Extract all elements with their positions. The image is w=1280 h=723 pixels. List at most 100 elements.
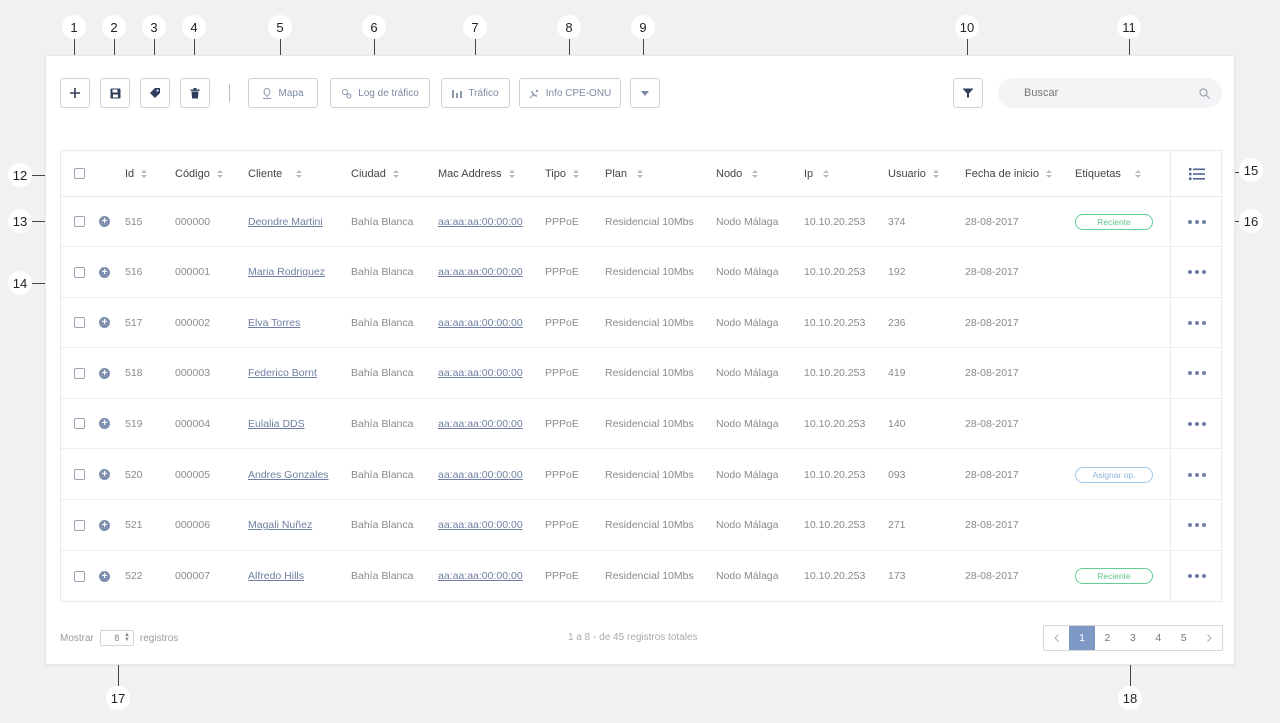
mac-link[interactable]: aa:aa:aa:00:00:00 — [438, 501, 523, 550]
search-input[interactable] — [1024, 87, 1194, 99]
row-actions-button[interactable] — [1188, 197, 1206, 246]
col-codigo[interactable]: Código — [175, 151, 223, 196]
row-checkbox[interactable] — [74, 570, 85, 582]
mac-link[interactable]: aa:aa:aa:00:00:00 — [438, 298, 523, 347]
traffic-button[interactable]: Tráfico — [441, 78, 510, 108]
col-usuario[interactable]: Usuario — [888, 151, 939, 196]
client-link[interactable]: Andres Gonzales — [248, 450, 329, 499]
row-actions-button[interactable] — [1188, 501, 1206, 550]
expand-icon: + — [99, 418, 110, 430]
col-id[interactable]: Id — [125, 151, 148, 196]
row-actions-button[interactable] — [1188, 399, 1206, 448]
traffic-log-button[interactable]: Log de tráfico — [330, 78, 430, 108]
page-button[interactable]: 5 — [1171, 626, 1196, 650]
expand-row-button[interactable]: + — [99, 197, 110, 246]
table-row[interactable]: + 516 000001 Maria Rodriguez Bahía Blanc… — [61, 248, 1221, 298]
row-checkbox[interactable] — [74, 216, 85, 227]
sort-icon — [392, 169, 399, 178]
row-checkbox[interactable] — [74, 469, 85, 480]
search-icon[interactable] — [1199, 87, 1210, 99]
status-badge[interactable]: Reciente — [1075, 568, 1153, 585]
col-cliente[interactable]: Cliente — [248, 151, 303, 196]
expand-row-button[interactable]: + — [99, 551, 110, 601]
more-actions-dropdown[interactable] — [630, 78, 660, 108]
prev-page-button[interactable] — [1044, 626, 1069, 650]
main-panel: Mapa Log de tráfico Tráfico Info CPE-ONU… — [45, 55, 1235, 665]
page-button[interactable]: 4 — [1146, 626, 1171, 650]
mac-link[interactable]: aa:aa:aa:00:00:00 — [438, 450, 523, 499]
expand-row-button[interactable]: + — [99, 399, 110, 448]
mac-link[interactable]: aa:aa:aa:00:00:00 — [438, 349, 523, 398]
row-actions-button[interactable] — [1188, 551, 1206, 601]
row-actions-button[interactable] — [1188, 298, 1206, 347]
cell-tipo: PPPoE — [545, 519, 579, 532]
row-checkbox[interactable] — [74, 266, 85, 278]
info-cpe-button[interactable]: Info CPE-ONU — [519, 78, 621, 108]
client-link[interactable]: Alfredo Hills — [248, 551, 304, 601]
expand-row-button[interactable]: + — [99, 248, 110, 297]
sort-icon — [1046, 169, 1052, 178]
next-page-button[interactable] — [1196, 626, 1221, 650]
filter-button[interactable] — [953, 78, 983, 108]
client-link[interactable]: Federico Bornt — [248, 349, 317, 398]
row-checkbox-cell — [74, 501, 85, 550]
col-mac[interactable]: Mac Address — [438, 151, 515, 196]
page-button[interactable]: 3 — [1120, 626, 1145, 650]
page-button[interactable]: 1 — [1069, 626, 1095, 650]
row-actions-button[interactable] — [1188, 349, 1206, 398]
row-checkbox[interactable] — [74, 317, 85, 329]
client-link[interactable]: Maria Rodriguez — [248, 248, 325, 297]
pagination: 12345 — [1043, 625, 1223, 651]
page-size-stepper[interactable]: 8 ▲ ▼ — [99, 630, 134, 646]
row-checkbox[interactable] — [74, 367, 85, 379]
delete-button[interactable] — [180, 78, 210, 108]
expand-row-button[interactable]: + — [99, 349, 110, 398]
col-nodo[interactable]: Nodo — [716, 151, 759, 196]
col-etiquetas[interactable]: Etiquetas — [1075, 151, 1141, 196]
expand-row-button[interactable]: + — [99, 450, 110, 499]
table-row[interactable]: + 518 000003 Federico Bornt Bahía Blanca… — [61, 349, 1221, 399]
save-button[interactable] — [100, 78, 130, 108]
select-all-checkbox[interactable] — [74, 168, 85, 179]
table-row[interactable]: + 521 000006 Magali Nuñez Bahía Blanca a… — [61, 501, 1221, 551]
status-badge[interactable]: Asignar op. — [1075, 466, 1153, 483]
mac-link[interactable]: aa:aa:aa:00:00:00 — [438, 551, 523, 601]
cell-fecha: 28-08-2017 — [965, 367, 1019, 380]
tag-button[interactable] — [140, 78, 170, 108]
cell-tipo: PPPoE — [545, 215, 579, 228]
mac-link[interactable]: aa:aa:aa:00:00:00 — [438, 399, 523, 448]
table-row[interactable]: + 522 000007 Alfredo Hills Bahía Blanca … — [61, 551, 1221, 601]
map-button[interactable]: Mapa — [248, 78, 318, 108]
row-actions-button[interactable] — [1188, 248, 1206, 297]
row-checkbox[interactable] — [74, 418, 85, 430]
column-settings-button[interactable] — [1189, 151, 1205, 196]
callout-marker: 6 — [362, 15, 386, 39]
col-plan[interactable]: Plan — [605, 151, 644, 196]
row-actions-button[interactable] — [1188, 450, 1206, 499]
cell-usuario: 173 — [888, 570, 906, 583]
col-ip[interactable]: Ip — [804, 151, 830, 196]
mac-link[interactable]: aa:aa:aa:00:00:00 — [438, 248, 523, 297]
bar-chart-icon — [452, 90, 463, 98]
client-link[interactable]: Deondre Martini — [248, 197, 323, 246]
col-ciudad[interactable]: Ciudad — [351, 151, 399, 196]
expand-row-button[interactable]: + — [99, 298, 110, 347]
mac-link[interactable]: aa:aa:aa:00:00:00 — [438, 197, 523, 246]
table-row[interactable]: + 519 000004 Eulalia DDS Bahía Blanca aa… — [61, 399, 1221, 450]
col-tipo[interactable]: Tipo — [545, 151, 579, 196]
client-link[interactable]: Elva Torres — [248, 298, 300, 347]
page-button[interactable]: 2 — [1095, 626, 1120, 650]
actions-column-divider — [1170, 151, 1171, 601]
table-row[interactable]: + 520 000005 Andres Gonzales Bahía Blanc… — [61, 450, 1221, 500]
status-badge[interactable]: Reciente — [1075, 213, 1153, 230]
client-link[interactable]: Magali Nuñez — [248, 501, 312, 550]
row-checkbox[interactable] — [74, 519, 85, 531]
callout-marker: 8 — [557, 15, 581, 39]
tag-cell: Reciente — [1075, 197, 1153, 246]
col-fecha[interactable]: Fecha de inicio — [965, 151, 1052, 196]
expand-row-button[interactable]: + — [99, 501, 110, 550]
client-link[interactable]: Eulalia DDS — [248, 399, 305, 448]
table-row[interactable]: + 515 000000 Deondre Martini Bahía Blanc… — [61, 197, 1221, 247]
table-row[interactable]: + 517 000002 Elva Torres Bahía Blanca aa… — [61, 298, 1221, 349]
add-button[interactable] — [60, 78, 90, 108]
